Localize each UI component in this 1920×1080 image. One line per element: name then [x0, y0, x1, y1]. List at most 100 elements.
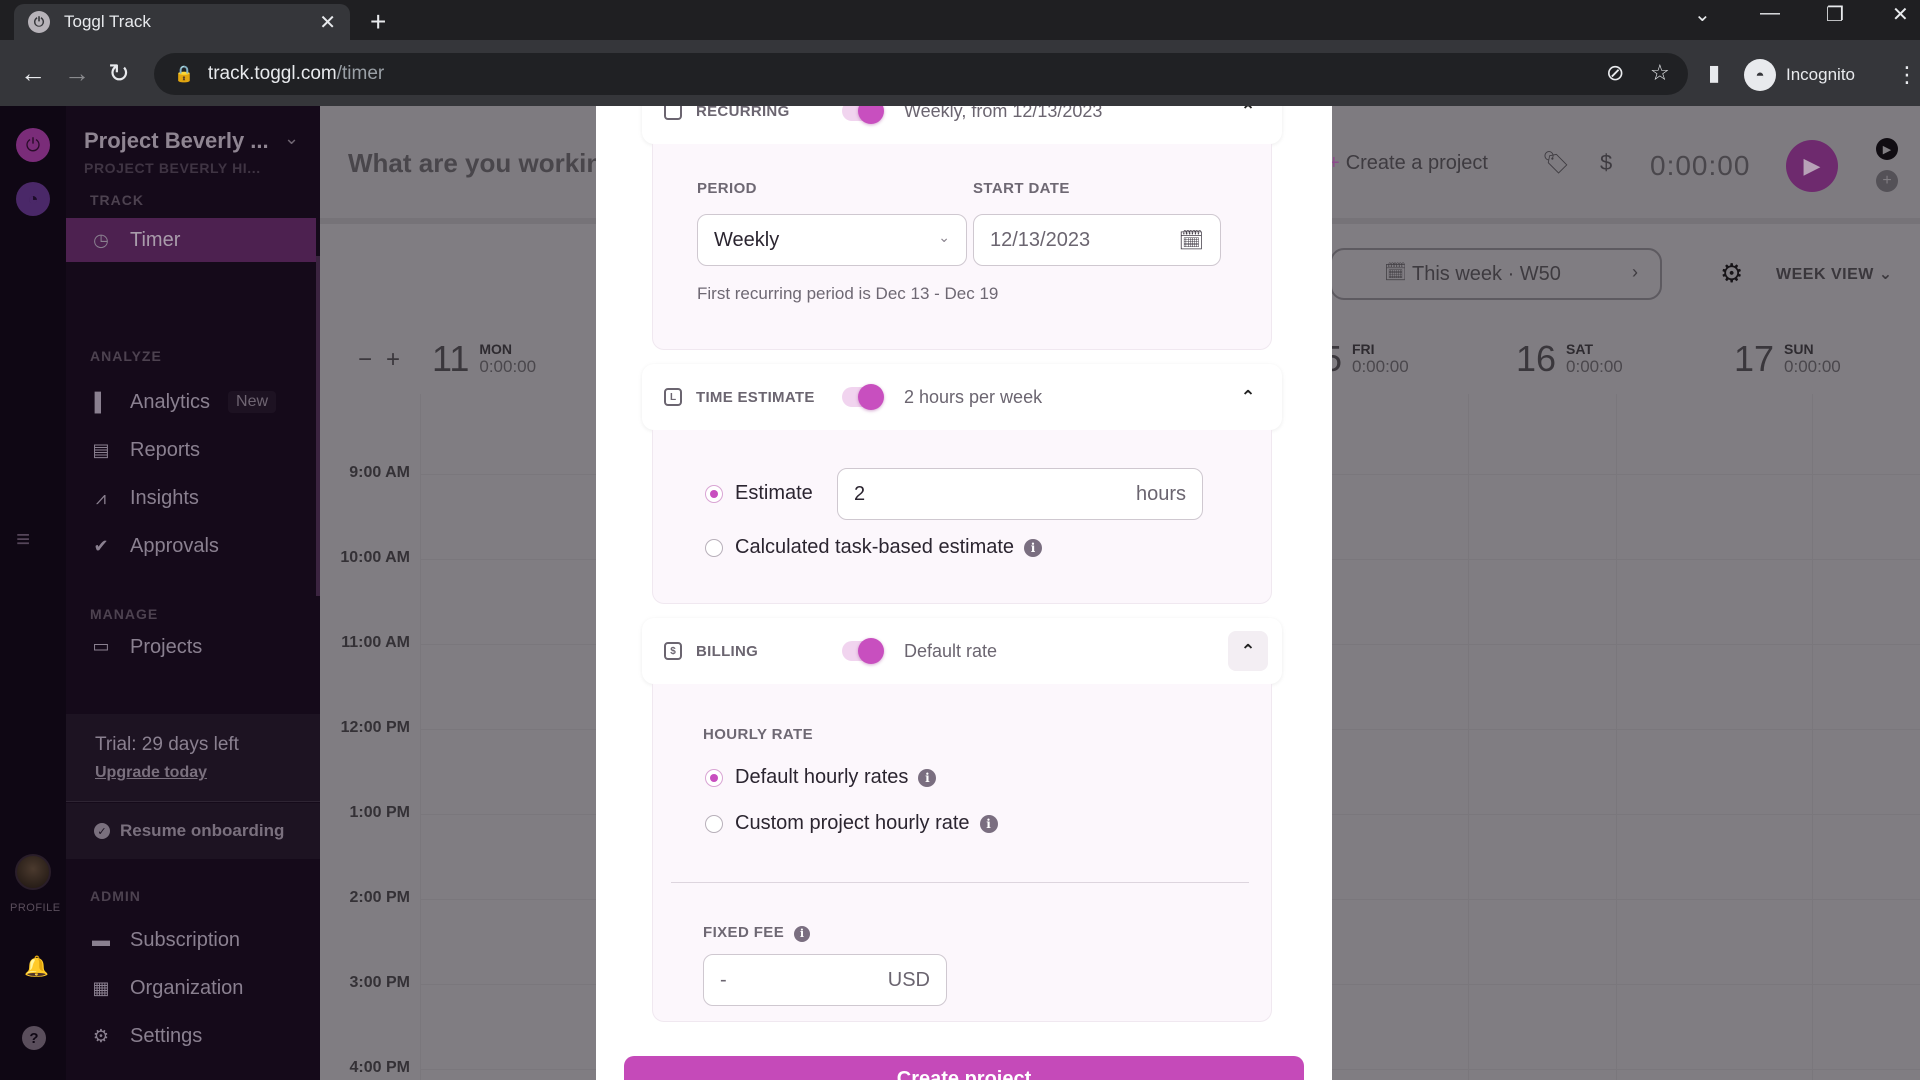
chevron-down-icon: ⌄ [938, 229, 950, 245]
divider [671, 882, 1249, 883]
week-selector[interactable]: 🗓 This week · W50 › [1330, 248, 1662, 300]
reload-icon[interactable]: ↻ [108, 58, 130, 89]
custom-hourly-rate-radio[interactable]: Custom project hourly rate i [705, 812, 998, 835]
bookmark-star-icon[interactable]: ☆ [1650, 60, 1670, 86]
estimate-hours-input[interactable]: 2 hours [837, 468, 1203, 520]
info-icon[interactable]: i [1024, 538, 1043, 557]
tracking-protection-eye-off-icon[interactable]: ⊘ [1606, 60, 1624, 86]
estimate-radio[interactable]: Estimate [705, 482, 813, 505]
radio-unselected[interactable] [705, 814, 723, 833]
help-icon[interactable]: ? [22, 1026, 46, 1050]
sidebar-item-projects[interactable]: ▭ Projects [66, 636, 316, 660]
grid-col-line [1616, 394, 1617, 1080]
avatar[interactable] [15, 854, 51, 890]
start-date-label: START DATE [973, 180, 1070, 197]
sidebar-item-organization[interactable]: ▦ Organization [66, 966, 316, 1010]
tab-search-chevron-icon[interactable]: ⌄ [1694, 2, 1711, 27]
close-window-icon[interactable]: ✕ [1892, 2, 1909, 27]
sidebar-item-settings[interactable]: ⚙ Settings [66, 1014, 316, 1058]
time-estimate-section-body: Estimate 2 hours Calculated task-based e… [652, 430, 1272, 604]
minimize-icon[interactable]: — [1760, 2, 1780, 25]
profile-label: PROFILE [10, 902, 61, 914]
sidebar-item-insights[interactable]: ⩘ Insights [66, 476, 316, 520]
period-select[interactable]: Weekly ⌄ [697, 214, 967, 266]
default-rate-option-label: Default hourly rates [735, 766, 909, 788]
calendar-icon: 🗓 [1384, 262, 1407, 282]
sidebar-item-reports[interactable]: ▤ Reports [66, 428, 316, 472]
zoom-out-icon[interactable]: − [358, 346, 372, 374]
sidebar-item-approvals[interactable]: ✔ Approvals [66, 524, 316, 568]
day-header-fri: 5 FRI 0:00:00 [1330, 338, 1409, 380]
day-name: FRI [1352, 341, 1375, 357]
workspace-name[interactable]: Project Beverly ... [84, 128, 269, 154]
chevron-right-icon[interactable]: › [1632, 262, 1638, 283]
radio-selected[interactable] [705, 484, 723, 503]
start-timer-button[interactable]: ▶ [1786, 140, 1838, 192]
sidebar-item-label: Analytics [130, 390, 211, 413]
time-estimate-toggle[interactable] [842, 384, 884, 410]
recurring-checkbox-icon[interactable] [664, 106, 682, 120]
info-icon[interactable]: i [794, 925, 811, 942]
notifications-bell-icon[interactable]: 🔔 [24, 954, 49, 979]
section-label-manage: MANAGE [90, 606, 159, 622]
sidebar-item-timer[interactable]: ◷ Timer [66, 218, 316, 262]
hourly-rate-label: HOURLY RATE [703, 726, 813, 743]
sidebar-item-subscription[interactable]: ▬ Subscription [66, 918, 316, 962]
tag-icon[interactable]: 🏷 [1542, 150, 1570, 176]
manual-mode-plus-icon[interactable]: + [1876, 170, 1898, 192]
fixed-fee-label-text: FIXED FEE [703, 924, 785, 941]
trial-banner: Trial: 29 days left Upgrade today [66, 714, 320, 802]
week-view-dropdown[interactable]: WEEK VIEW ⌄ [1776, 264, 1893, 284]
grid-col-line [420, 394, 421, 1080]
resume-onboarding-button[interactable]: ✓ Resume onboarding [66, 803, 320, 859]
close-tab-icon[interactable]: ✕ [319, 10, 336, 35]
toggl-favicon-icon: ⏻ [28, 11, 50, 33]
recurring-toggle[interactable] [842, 106, 884, 124]
day-total: 0:00:00 [479, 357, 537, 376]
info-icon[interactable]: i [918, 768, 937, 787]
billing-toggle[interactable] [842, 638, 884, 664]
fixed-fee-input[interactable]: - USD [703, 954, 947, 1006]
calendar-icon[interactable]: 🗓 [1179, 228, 1204, 253]
recurring-section-header[interactable]: RECURRING Weekly, from 12/13/2023 ⌃ [642, 106, 1282, 144]
forward-icon[interactable]: → [64, 58, 90, 89]
calendar-settings-gear-icon[interactable]: ⚙ [1720, 258, 1743, 289]
zoom-in-icon[interactable]: + [386, 346, 400, 374]
address-bar[interactable]: 🔒 track.toggl.com/timer [154, 53, 1688, 95]
browser-menu-icon[interactable]: ⋮ [1896, 62, 1918, 88]
start-date-input[interactable]: 12/13/2023 🗓 [973, 214, 1221, 266]
day-total: 0:00:00 [1566, 357, 1623, 376]
sidebar-item-analytics[interactable]: ▌ Analytics New [66, 380, 316, 424]
chevron-up-icon[interactable]: ⌃ [1228, 377, 1268, 417]
description-input[interactable]: What are you workin [348, 148, 602, 179]
incognito-profile-button[interactable]: ◓ Incognito [1744, 55, 1874, 95]
billing-section-header[interactable]: $ BILLING Default rate ⌃ [642, 618, 1282, 684]
back-icon[interactable]: ← [20, 58, 46, 89]
radio-unselected[interactable] [705, 538, 723, 557]
folder-icon: ▭ [92, 636, 110, 656]
create-project-submit-button[interactable]: Create project [624, 1056, 1304, 1080]
day-total: 0:00:00 [1784, 357, 1841, 376]
workspace-chevron-down-icon[interactable]: ⌄ [284, 128, 299, 149]
chevron-up-icon[interactable]: ⌃ [1228, 631, 1268, 671]
browser-tab[interactable]: ⏻ Toggl Track ✕ [14, 4, 350, 40]
radio-selected[interactable] [705, 768, 723, 787]
default-hourly-rates-radio[interactable]: Default hourly rates i [705, 766, 937, 789]
time-estimate-section-header[interactable]: L TIME ESTIMATE 2 hours per week ⌃ [642, 364, 1282, 430]
plan-app-clock-icon[interactable]: ◔ [16, 182, 50, 216]
timer-elapsed: 0:00:00 [1650, 150, 1751, 181]
track-app-power-icon[interactable]: ⏻ [16, 128, 50, 162]
collapse-sidebar-icon[interactable]: ≡ [16, 526, 30, 554]
create-project-link[interactable]: + Create a project [1328, 152, 1488, 175]
calculated-estimate-radio[interactable]: Calculated task-based estimate i [705, 536, 1043, 559]
app-rail: ⏻ ◔ ≡ PROFILE 🔔 ? [0, 106, 66, 1080]
restore-icon[interactable]: ❐ [1826, 2, 1844, 27]
upgrade-link[interactable]: Upgrade today [95, 764, 207, 782]
timer-mode-icon[interactable]: ▶ [1876, 138, 1898, 160]
new-tab-button[interactable]: + [370, 6, 386, 38]
billable-dollar-icon[interactable]: $ [1600, 150, 1612, 176]
side-panel-icon[interactable]: ▮ [1708, 60, 1720, 86]
lock-icon: 🔒 [174, 66, 194, 83]
chevron-up-icon[interactable]: ⌃ [1228, 106, 1268, 131]
info-icon[interactable]: i [979, 814, 998, 833]
